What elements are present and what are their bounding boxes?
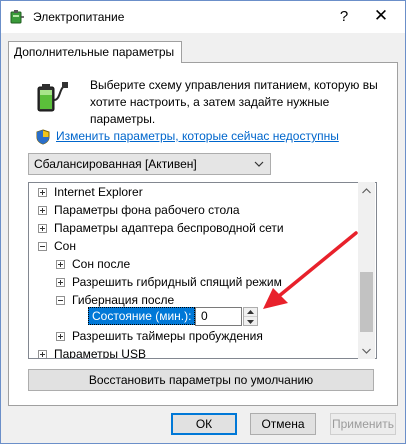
settings-panel: Выберите схему управления питанием, кото… <box>8 62 398 406</box>
uac-shield-icon <box>36 129 50 145</box>
ok-button[interactable]: ОК <box>171 413 237 435</box>
scrollbar-thumb[interactable] <box>360 272 373 332</box>
hibernate-minutes-spinner[interactable] <box>243 307 258 326</box>
expand-icon[interactable] <box>38 350 47 358</box>
spin-down-button[interactable] <box>244 317 257 326</box>
chevron-down-icon <box>362 348 371 354</box>
close-button[interactable]: ✕ <box>367 3 395 29</box>
power-options-window: Электропитание ? ✕ Дополнительные параме… <box>0 0 406 444</box>
apply-button[interactable]: Применить <box>330 413 396 435</box>
expand-icon[interactable] <box>56 260 65 269</box>
expand-icon[interactable] <box>38 188 47 197</box>
change-unavailable-settings-link[interactable]: Изменить параметры, которые сейчас недос… <box>56 129 339 143</box>
power-plan-select[interactable]: Сбалансированная [Активен] <box>28 153 271 175</box>
expand-icon[interactable] <box>38 224 47 233</box>
panel-description: Выберите схему управления питанием, кото… <box>90 78 378 126</box>
tree-scrollbar[interactable] <box>358 182 375 359</box>
hibernate-minutes-input[interactable]: 0 <box>195 307 242 326</box>
tree-item-label: Сон <box>54 239 76 253</box>
chevron-down-icon <box>254 161 264 167</box>
title-bar: Электропитание ? ✕ <box>1 1 405 33</box>
tree-item-label: Параметры адаптера беспроводной сети <box>54 221 284 235</box>
cancel-button[interactable]: Отмена <box>250 413 316 435</box>
hibernate-state-label: Состояние (мин.): <box>88 307 196 325</box>
tree-item-label: Разрешить гибридный спящий режим <box>72 275 282 289</box>
expand-icon[interactable] <box>56 278 65 287</box>
collapse-icon[interactable] <box>56 296 65 305</box>
scroll-up-arrow[interactable] <box>358 182 375 199</box>
tree-item-label: Параметры USB <box>54 347 146 359</box>
chevron-up-icon <box>247 310 254 314</box>
chevron-up-icon <box>362 187 371 193</box>
battery-plug-icon <box>37 82 68 112</box>
help-button[interactable]: ? <box>330 3 358 29</box>
window-title: Электропитание <box>33 10 125 24</box>
power-plan-selected-value: Сбалансированная [Активен] <box>34 157 197 171</box>
spin-up-button[interactable] <box>244 308 257 317</box>
tree-item-label: Параметры фона рабочего стола <box>54 203 240 217</box>
tree-item-label: Сон после <box>72 257 131 271</box>
expand-icon[interactable] <box>38 206 47 215</box>
collapse-icon[interactable] <box>38 242 47 251</box>
power-options-icon <box>10 10 24 24</box>
tree-item-label: Гибернация после <box>72 293 175 307</box>
chevron-down-icon <box>247 319 254 324</box>
tree-item-label: Internet Explorer <box>54 185 143 199</box>
restore-defaults-button[interactable]: Восстановить параметры по умолчанию <box>28 369 374 391</box>
expand-icon[interactable] <box>56 332 65 341</box>
scroll-down-arrow[interactable] <box>358 342 375 359</box>
power-settings-tree[interactable]: Internet Explorer Параметры фона рабочег… <box>28 182 377 359</box>
tab-advanced-settings[interactable]: Дополнительные параметры <box>8 41 183 63</box>
tree-item-label: Разрешить таймеры пробуждения <box>72 329 263 343</box>
